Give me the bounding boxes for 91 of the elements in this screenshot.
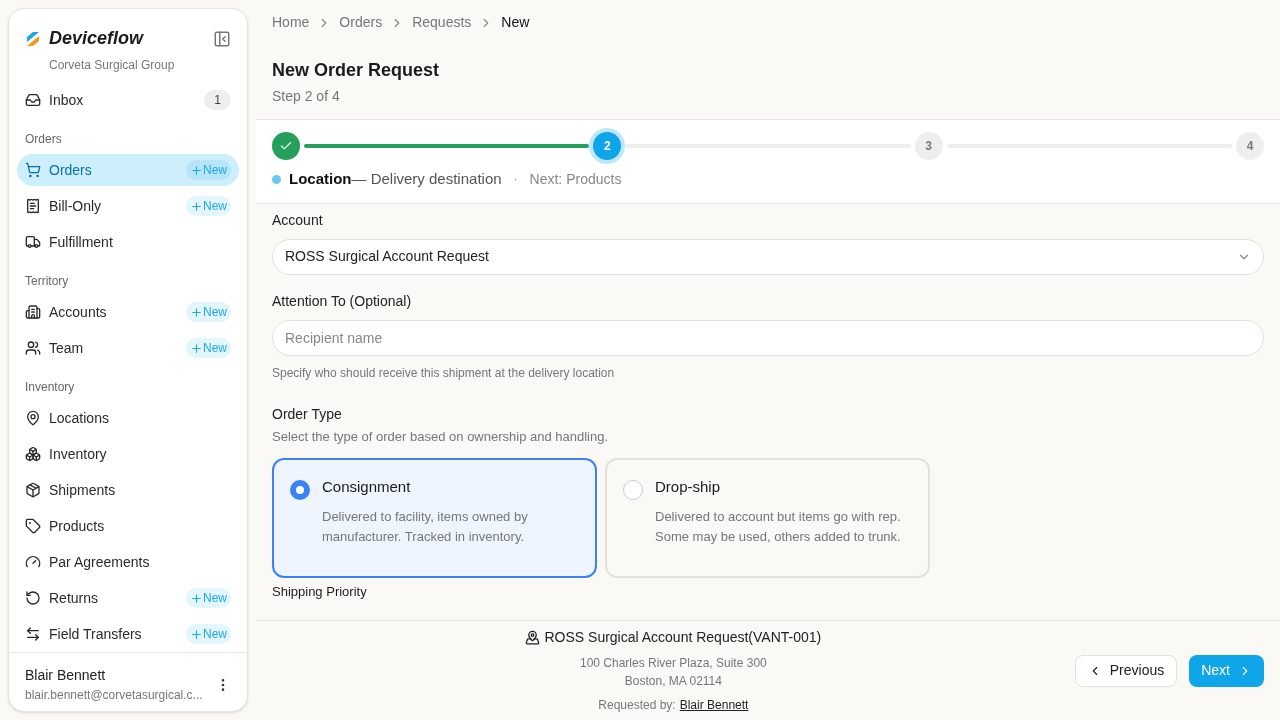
nav-label: Inbox [49,90,85,110]
requester-link[interactable]: Blair Bennett [679,696,749,714]
user-name: Blair Bennett [25,666,107,685]
refresh-icon [25,590,41,606]
truck-icon [25,234,41,250]
nav-label: Team [49,338,85,358]
nav-label: Orders [49,160,93,180]
organization-name: Corveta Surgical Group [48,57,176,74]
page-subtitle: Step 2 of 4 [272,87,341,106]
nav-item[interactable]: Bill-Only New [17,190,239,222]
previous-button[interactable]: Previous [1074,654,1178,687]
nav-label: Bill-Only [49,196,103,216]
building-icon [25,304,41,320]
breadcrumb-link[interactable]: Home [272,12,310,33]
location-pin-icon [525,630,541,645]
nav-item[interactable]: Team New [17,332,239,364]
address-line: Boston, MA 02114 [624,673,722,690]
plus-icon [190,341,203,355]
plus-icon [190,591,203,605]
field-label: Order Type [272,404,343,424]
field-label: Account [272,210,324,230]
field-hint: Select the type of order based on ownership and handling. [272,427,610,446]
option-title: Drop-ship [655,477,722,497]
users-icon [25,340,41,356]
section-heading: Orders [24,131,63,148]
user-email: blair.bennett@corvetasurgical.c... [25,687,204,704]
option-title: Consignment [322,477,412,497]
nav-label: Shipments [49,480,117,500]
nav-item[interactable]: Shipments [17,474,239,506]
section-heading: Inventory [24,379,76,396]
nav-item[interactable]: Accounts New [17,296,239,328]
breadcrumb-link[interactable]: New [501,12,530,33]
plus-icon [190,199,203,213]
package-icon [25,482,41,498]
page-title: New Order Request [272,59,441,82]
recipient-field[interactable]: Recipient name [272,319,1264,356]
order-type-option[interactable]: Consignment Delivered to facility, items owned by manufacturer. Tracked in inventory. [272,458,597,578]
account-name: ROSS Surgical Account Request(VANT-001) [544,628,822,647]
nav-label: Fulfillment [49,232,114,252]
count-badge: 1 [204,90,231,110]
field-hint: Specify who should receive this shipment at the delivery location [272,364,616,382]
plus-icon [190,627,203,641]
separator-dot: · [513,171,518,189]
option-description: Delivered to facility, items owned by manufacturer. Tracked in inventory. [322,507,529,546]
brand-name: Deviceflow [49,27,144,50]
current-step-label: Location— Delivery destination [289,169,502,189]
plus-icon [190,305,203,319]
nav-label: Field Transfers [49,624,143,644]
nav-label: Returns [49,588,100,608]
step-indicator: 3 [914,132,943,160]
nav-label: Locations [49,408,110,428]
receipt-icon [25,198,41,214]
breadcrumb-link[interactable]: Orders [339,12,383,33]
nav-item[interactable]: Returns New [17,582,239,614]
nav-item[interactable]: Locations [17,402,239,434]
breadcrumb-link[interactable]: Requests [412,12,472,33]
option-description: Delivered to account but items go with rep. Some may be used, others added to trunk. [655,507,902,546]
inbox-icon [25,92,41,108]
nav-item[interactable]: Inventory [17,438,239,470]
swap-arrows-icon [25,626,41,642]
section-heading: Territory [24,273,70,290]
step-indicator: 2 [593,132,622,160]
location-pin-icon [25,410,41,426]
check-icon [279,139,293,153]
collapse-sidebar-icon[interactable] [213,29,231,48]
account-select[interactable]: ROSS Surgical Account Request [272,238,1264,275]
radio-button[interactable] [623,480,643,500]
boxes-icon [25,446,41,462]
nav-label: Products [49,516,106,536]
address-line: 100 Charles River Plaza, Suite 300 [579,655,767,672]
requested-by-label: Requested by: [598,697,676,714]
nav-item[interactable]: Field Transfers New [17,618,239,650]
step-indicator: 4 [1236,132,1264,160]
logo-icon [25,30,41,47]
nav-item[interactable]: Inbox 1 [17,84,239,116]
order-type-option[interactable]: Drop-ship Delivered to account but items go with rep. Some may be used, others added to trunk. [605,458,930,578]
nav-item[interactable]: Products [17,510,239,542]
nav-item[interactable]: Fulfillment [17,226,239,258]
nav-item[interactable]: Orders New [17,154,239,186]
section-label: Shipping Priority [272,583,368,601]
nav-label: Par Agreements [49,552,151,572]
field-label: Attention To (Optional) [272,291,413,311]
tag-icon [25,518,41,534]
nav-label: Inventory [49,444,108,464]
radio-button[interactable] [290,480,310,500]
nav-label: Accounts [49,302,108,322]
nav-item[interactable]: Par Agreements [17,546,239,578]
cart-icon [25,162,41,178]
plus-icon [190,163,203,177]
gauge-icon [25,554,41,570]
next-step-label: Next: Products [529,169,622,189]
